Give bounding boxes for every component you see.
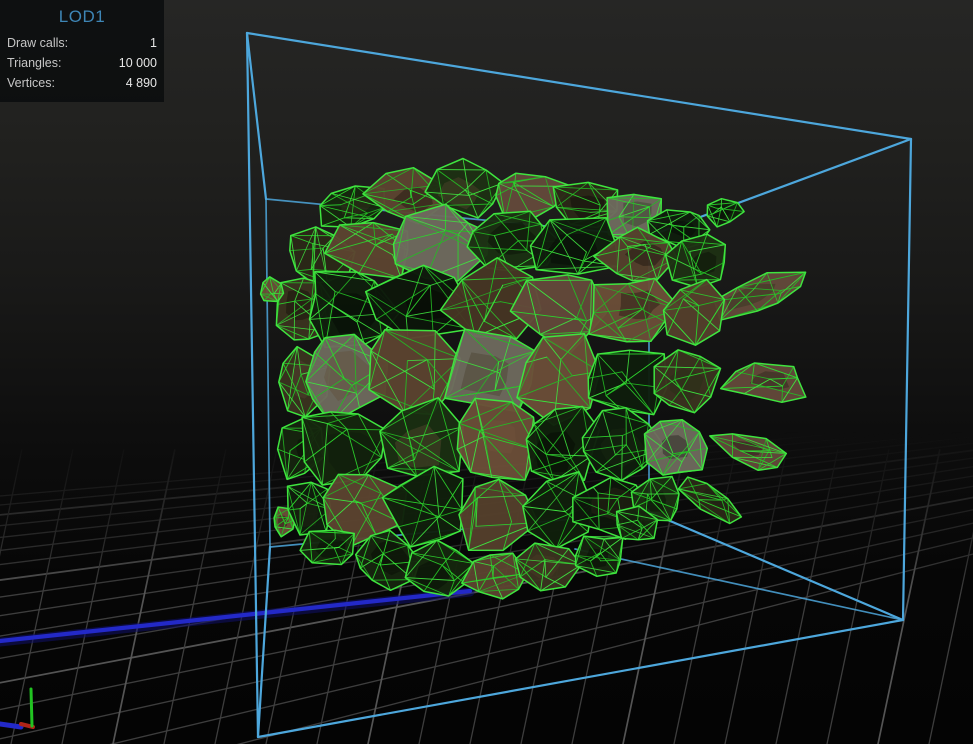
stat-label: Draw calls:	[7, 36, 69, 50]
world-z-axis-line	[0, 587, 475, 647]
stat-label: Triangles:	[7, 56, 62, 70]
stat-value: 1	[150, 36, 157, 50]
scene-canvas	[0, 31, 973, 744]
stat-row-draw-calls: Draw calls: 1	[7, 33, 157, 53]
stat-row-vertices: Vertices: 4 890	[7, 73, 157, 93]
stats-panel: LOD1 Draw calls: 1 Triangles: 10 000 Ver…	[0, 0, 164, 102]
stat-value: 10 000	[118, 56, 157, 70]
lod-title: LOD1	[58, 7, 106, 26]
stat-row-triangles: Triangles: 10 000	[7, 53, 157, 73]
stat-label: Vertices:	[7, 76, 55, 90]
stat-value: 4 890	[125, 76, 157, 90]
viewport-3d[interactable]: LOD1 Draw calls: 1 Triangles: 10 000 Ver…	[0, 0, 973, 744]
lod-mesh-wireframe[interactable]	[259, 157, 807, 600]
